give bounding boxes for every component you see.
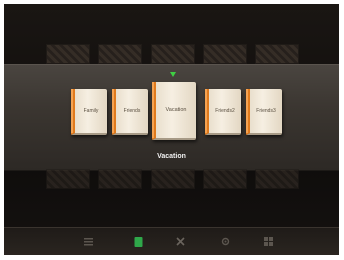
album-friends[interactable]: Friends — [112, 89, 148, 135]
album-vacation[interactable]: Vacation — [152, 82, 196, 140]
album-family[interactable]: Family — [71, 89, 107, 135]
selection-arrow-icon — [170, 72, 176, 77]
photo-thumbnail — [255, 44, 299, 64]
album-label: Friends — [123, 108, 141, 114]
photo-thumbnail — [98, 44, 143, 64]
photo-thumbnail — [202, 169, 247, 189]
album-label: Vacation — [165, 107, 187, 113]
album-friends2[interactable]: Friends2 — [205, 89, 241, 135]
photo-thumbnail — [46, 44, 90, 64]
photo-thumbnail — [46, 169, 90, 189]
selected-album-title: Vacation — [157, 153, 186, 160]
settings-icon[interactable] — [221, 237, 230, 246]
app-screen: Family Friends Vacation Friends2 Friends… — [4, 4, 339, 255]
background-thumbnails-bottom — [46, 169, 299, 189]
album-label: Friends2 — [215, 108, 235, 114]
photo-thumbnail — [202, 44, 247, 64]
close-icon[interactable] — [176, 237, 185, 246]
grid-icon[interactable] — [264, 237, 273, 246]
photo-thumbnail — [98, 169, 143, 189]
album-friends3[interactable]: Friends3 — [246, 89, 282, 135]
album-label: Friends3 — [256, 108, 276, 114]
album-carousel: Family Friends Vacation Friends2 Friends… — [4, 64, 339, 171]
bottom-toolbar — [4, 227, 339, 255]
background-thumbnails-top — [46, 44, 299, 64]
photo-thumbnail — [150, 169, 195, 189]
photo-thumbnail — [255, 169, 299, 189]
photo-thumbnail — [150, 44, 195, 64]
album-label: Family — [83, 108, 99, 114]
album-icon[interactable] — [134, 236, 143, 247]
list-icon[interactable] — [84, 237, 93, 246]
